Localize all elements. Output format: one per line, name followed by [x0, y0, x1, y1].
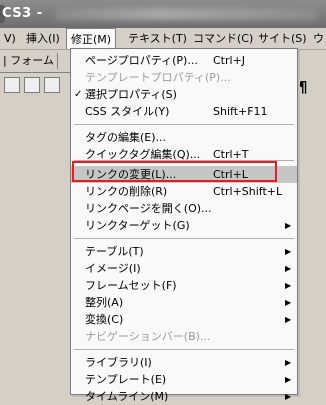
menu-item-label: 選択プロパティ(S) [85, 88, 177, 101]
menu-separator [74, 124, 294, 125]
menu-item-image[interactable]: イメージ(I) ▶ [71, 260, 297, 277]
window-title: CS3 - [2, 6, 43, 21]
submenu-arrow-icon: ▶ [285, 247, 292, 256]
menu-item-align[interactable]: 整列(A) ▶ [71, 294, 297, 311]
menu-item-label: リンクの削除(R) [85, 185, 168, 198]
submenu-arrow-icon: ▶ [285, 358, 292, 367]
insert-toolbar: | フォーム [0, 50, 72, 93]
menu-item-label: テーブル(T) [85, 245, 144, 258]
blurred-title-text [55, 8, 317, 20]
menu-bar: V) 挿入(I) 修正(M) テキスト(T) コマンド(C) サイト(S) ウ [0, 28, 326, 50]
menubar-item-site[interactable]: サイト(S) [254, 28, 311, 49]
menu-item-shortcut: Ctrl+L [213, 168, 248, 181]
submenu-arrow-icon: ▶ [285, 375, 292, 384]
menu-item-label: リンクターゲット(G) [85, 219, 190, 232]
submenu-arrow-icon: ▶ [285, 264, 292, 273]
toolbar-icon[interactable] [4, 77, 20, 93]
submenu-arrow-icon: ▶ [285, 392, 292, 401]
menu-separator [74, 238, 294, 239]
menubar-item-text[interactable]: テキスト(T) [124, 28, 191, 49]
toolbar-tab-forms[interactable]: | フォーム [0, 53, 58, 69]
menu-item-link-target[interactable]: リンクターゲット(G) ▶ [71, 217, 297, 234]
menu-item-edit-tag[interactable]: タグの編集(E)... [71, 129, 297, 146]
menu-item-frameset[interactable]: フレームセット(F) ▶ [71, 277, 297, 294]
menubar-item-modify[interactable]: 修正(M) [66, 28, 117, 49]
menu-item-shortcut: Shift+F11 [213, 105, 268, 118]
menu-item-label: ナビゲーションバー(B)... [85, 330, 211, 343]
menu-item-page-properties[interactable]: ページプロパティ(P)... Ctrl+J [71, 52, 297, 69]
menu-item-table[interactable]: テーブル(T) ▶ [71, 243, 297, 260]
toolbar-divider [0, 72, 72, 73]
menu-item-label: テンプレート(E) [85, 373, 167, 386]
title-bar: CS3 - [0, 0, 326, 28]
menu-item-label: ライブラリ(I) [85, 356, 152, 369]
submenu-arrow-icon: ▶ [285, 221, 292, 230]
menu-item-remove-link[interactable]: リンクの削除(R) Ctrl+Shift+L [71, 183, 297, 200]
menu-item-templates[interactable]: テンプレート(E) ▶ [71, 371, 297, 388]
pilcrow-icon[interactable]: ¶ [298, 78, 308, 96]
menu-item-label: フレームセット(F) [85, 279, 177, 292]
menu-item-selection-properties[interactable]: ✓ 選択プロパティ(S) [71, 86, 297, 103]
menubar-item-commands[interactable]: コマンド(C) [189, 28, 257, 49]
menu-item-css-styles[interactable]: CSS スタイル(Y) Shift+F11 [71, 103, 297, 120]
menu-item-change-link[interactable]: リンクの変更(L)... Ctrl+L [71, 166, 297, 183]
menu-separator [74, 349, 294, 350]
menu-item-label: ページプロパティ(P)... [85, 54, 198, 67]
toolbar-icon[interactable] [24, 77, 40, 93]
modify-menu: ページプロパティ(P)... Ctrl+J テンプレートプロパティ(P)... … [70, 48, 298, 403]
menu-item-label: CSS スタイル(Y) [85, 105, 170, 118]
menubar-item-view[interactable]: V) [0, 28, 20, 49]
toolbar-icon[interactable] [44, 77, 60, 93]
menu-item-shortcut: Ctrl+Shift+L [213, 185, 283, 198]
menu-item-label: タイムライン(M) [85, 390, 169, 403]
menubar-item-insert[interactable]: 挿入(I) [22, 28, 64, 49]
menu-separator [74, 160, 294, 161]
menu-item-label: タグの編集(E)... [85, 131, 167, 144]
menu-item-shortcut: Ctrl+J [213, 54, 246, 67]
menu-item-convert[interactable]: 変換(C) ▶ [71, 311, 297, 328]
menu-item-library[interactable]: ライブラリ(I) ▶ [71, 354, 297, 371]
submenu-arrow-icon: ▶ [285, 298, 292, 307]
menu-item-label: テンプレートプロパティ(P)... [85, 71, 231, 84]
submenu-arrow-icon: ▶ [285, 281, 292, 290]
menu-item-label: イメージ(I) [85, 262, 141, 275]
menu-item-label: 変換(C) [85, 313, 124, 326]
menu-item-timeline[interactable]: タイムライン(M) ▶ [71, 388, 297, 405]
menubar-item-window[interactable]: ウ [309, 28, 326, 49]
submenu-arrow-icon: ▶ [285, 315, 292, 324]
menu-item-navigation-bar: ナビゲーションバー(B)... [71, 328, 297, 345]
menu-item-label: リンクページを開く(O)... [85, 202, 212, 215]
menu-item-label: リンクの変更(L)... [85, 168, 177, 181]
checkmark-icon: ✓ [74, 89, 83, 100]
menu-item-template-properties: テンプレートプロパティ(P)... [71, 69, 297, 86]
menu-item-label: 整列(A) [85, 296, 124, 309]
menu-item-open-linked-page[interactable]: リンクページを開く(O)... [71, 200, 297, 217]
